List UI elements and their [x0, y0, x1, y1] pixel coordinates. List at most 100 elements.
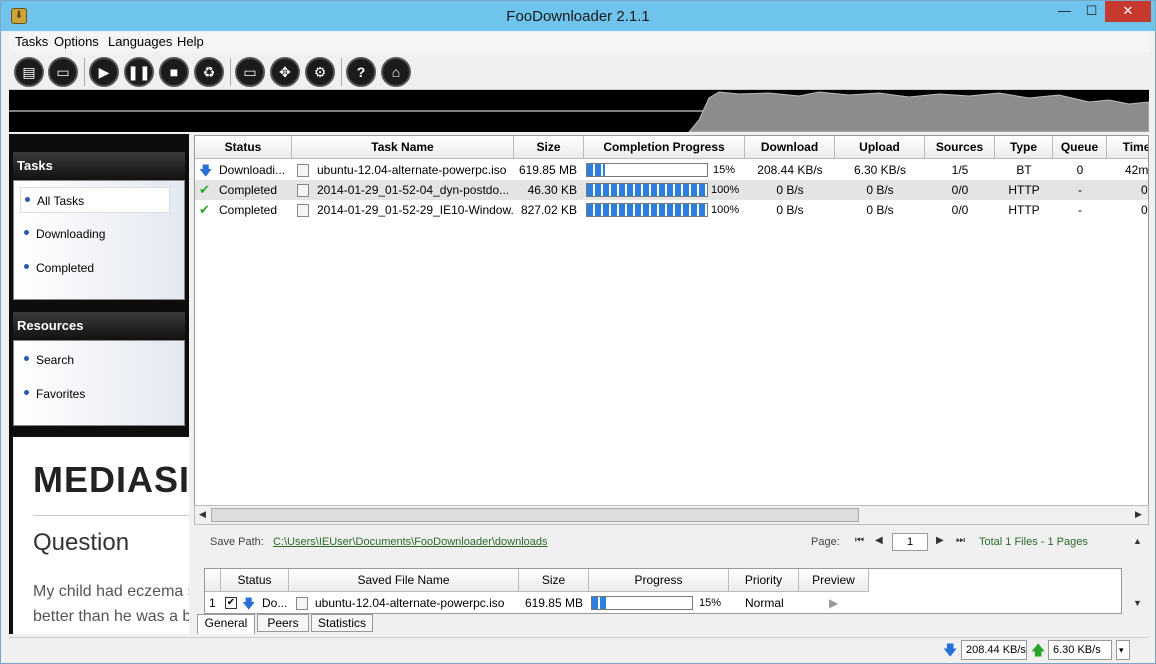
- col-task-name[interactable]: Task Name: [292, 136, 514, 159]
- home-icon[interactable]: ⌂: [381, 57, 411, 87]
- sidebar-item-all-tasks[interactable]: All Tasks: [20, 187, 170, 213]
- file-row[interactable]: 1 ✔ 🡇 Do... ubuntu-12.04-alternate-power…: [205, 593, 1121, 613]
- tab-statistics[interactable]: Statistics: [311, 614, 373, 632]
- ad-divider: [33, 515, 189, 516]
- sidebar-item-favorites[interactable]: Favorites: [20, 381, 85, 407]
- tab-peers[interactable]: Peers: [257, 614, 309, 632]
- status-dropdown-icon[interactable]: ▾: [1116, 640, 1130, 660]
- tab-general[interactable]: General: [197, 614, 255, 634]
- scroll-down-icon[interactable]: ▼: [1133, 598, 1142, 608]
- col-file-size[interactable]: Size: [519, 569, 589, 592]
- table-row[interactable]: ✔ Completed 2014-01-29_01-52-29_IE10-Win…: [195, 200, 1148, 220]
- ad-panel[interactable]: MEDIASI Question My child had eczema s b…: [13, 437, 189, 634]
- col-size[interactable]: Size: [514, 136, 584, 159]
- col-file-status[interactable]: Status: [221, 569, 289, 592]
- toolbar-separator: [341, 58, 342, 86]
- preview-play-icon[interactable]: ▶: [829, 596, 838, 610]
- table-row[interactable]: 🡇 Downloadi... ubuntu-12.04-alternate-po…: [195, 160, 1149, 180]
- menu-languages[interactable]: Languages: [108, 34, 172, 49]
- row-priority: Normal: [745, 596, 784, 610]
- file-checkbox[interactable]: ✔: [225, 597, 237, 609]
- col-queue[interactable]: Queue: [1053, 136, 1107, 159]
- row-sources: 0/0: [951, 183, 969, 197]
- row-queue: 0: [1076, 163, 1084, 177]
- scroll-up-icon[interactable]: ▲: [1133, 536, 1142, 546]
- open-folder-icon[interactable]: ▭: [48, 57, 78, 87]
- speed-graph: [9, 90, 1149, 132]
- file-icon: [296, 597, 308, 610]
- total-files-label: Total 1 Files - 1 Pages: [979, 536, 1088, 548]
- scroll-left-icon[interactable]: ◀: [199, 509, 206, 520]
- page-label: Page:: [811, 536, 840, 548]
- minimize-button[interactable]: —: [1051, 1, 1078, 22]
- progress-bar: [586, 203, 708, 217]
- sidebar-item-label: Downloading: [36, 227, 106, 241]
- status-bar: 🡇 208.44 KB/s 🡅 6.30 KB/s ▾: [9, 637, 1149, 661]
- folder-icon[interactable]: ▭: [235, 57, 265, 87]
- save-path-link[interactable]: C:\Users\IEUser\Documents\FooDownloader\…: [273, 536, 548, 548]
- row-sources: 1/5: [951, 163, 969, 177]
- row-task-name: 2014-01-29_01-52-04_dyn-postdo...: [317, 183, 510, 197]
- menu-tasks[interactable]: Tasks: [15, 34, 48, 49]
- bullet-icon: [24, 390, 29, 395]
- progress-bar: [586, 163, 708, 177]
- ad-heading: Question: [33, 529, 130, 556]
- row-upload-speed: 6.30 KB/s: [853, 163, 907, 177]
- pause-icon[interactable]: ❚❚: [124, 57, 154, 87]
- row-time: 0: [1141, 203, 1148, 217]
- title-bar: ⬇ FooDownloader 2.1.1 — ☐ ✕: [1, 1, 1155, 31]
- row-file-progress-label: 15%: [699, 597, 722, 609]
- scroll-thumb[interactable]: [211, 508, 859, 522]
- col-type[interactable]: Type: [995, 136, 1053, 159]
- sidebar-item-completed[interactable]: Completed: [20, 255, 94, 281]
- start-icon[interactable]: ▶: [89, 57, 119, 87]
- file-icon: [297, 164, 309, 177]
- last-page-icon[interactable]: ⏭: [956, 535, 965, 546]
- maximize-button[interactable]: ☐: [1078, 1, 1105, 22]
- table-row[interactable]: ✔ Completed 2014-01-29_01-52-04_dyn-post…: [195, 180, 1148, 200]
- bullet-icon: [24, 230, 29, 235]
- col-sources[interactable]: Sources: [925, 136, 995, 159]
- resources-heading: Resources: [13, 312, 185, 340]
- col-preview[interactable]: Preview: [799, 569, 869, 592]
- menu-help[interactable]: Help: [177, 34, 204, 49]
- col-priority[interactable]: Priority: [729, 569, 799, 592]
- toolbar-separator: [230, 58, 231, 86]
- help-icon[interactable]: ?: [346, 57, 376, 87]
- col-completion-progress[interactable]: Completion Progress: [584, 136, 745, 159]
- row-time: 42m: [1125, 163, 1149, 177]
- col-upload[interactable]: Upload: [835, 136, 925, 159]
- graph-area: [688, 91, 1149, 132]
- horizontal-scrollbar[interactable]: ◀ ▶: [194, 505, 1149, 525]
- new-task-icon[interactable]: ▤: [14, 57, 44, 87]
- scroll-right-icon[interactable]: ▶: [1135, 509, 1142, 520]
- speed-graph-svg: [9, 91, 1149, 132]
- progress-bar: [586, 183, 708, 197]
- sidebar-item-downloading[interactable]: Downloading: [20, 221, 105, 247]
- file-table: Status Saved File Name Size Progress Pri…: [204, 568, 1122, 614]
- close-button[interactable]: ✕: [1105, 1, 1151, 22]
- first-page-icon[interactable]: ⏮: [855, 535, 864, 546]
- col-saved-file-name[interactable]: Saved File Name: [289, 569, 519, 592]
- stop-icon[interactable]: ■: [159, 57, 189, 87]
- menu-options[interactable]: Options: [54, 34, 99, 49]
- prev-page-icon[interactable]: ◀: [875, 535, 883, 546]
- details-vertical-scrollbar[interactable]: ▲ ▼: [1129, 528, 1147, 612]
- delete-icon[interactable]: ♻: [194, 57, 224, 87]
- download-arrow-icon: 🡇: [242, 596, 256, 611]
- fullscreen-icon[interactable]: ✥: [270, 57, 300, 87]
- col-download[interactable]: Download: [745, 136, 835, 159]
- col-time[interactable]: Time: [1107, 136, 1148, 159]
- next-page-icon[interactable]: ▶: [936, 535, 944, 546]
- col-status[interactable]: Status: [195, 136, 292, 159]
- row-file-size: 619.85 MB: [524, 596, 583, 610]
- sidebar-item-search[interactable]: Search: [20, 347, 74, 373]
- row-sources: 0/0: [951, 203, 969, 217]
- settings-icon[interactable]: ⚙: [305, 57, 335, 87]
- col-file-progress[interactable]: Progress: [589, 569, 729, 592]
- ad-logo: MEDIASI: [33, 459, 189, 500]
- progress-fill: [587, 184, 707, 196]
- page-input[interactable]: 1: [892, 533, 928, 551]
- row-progress-label: 100%: [711, 184, 740, 196]
- row-status: Completed: [219, 183, 278, 197]
